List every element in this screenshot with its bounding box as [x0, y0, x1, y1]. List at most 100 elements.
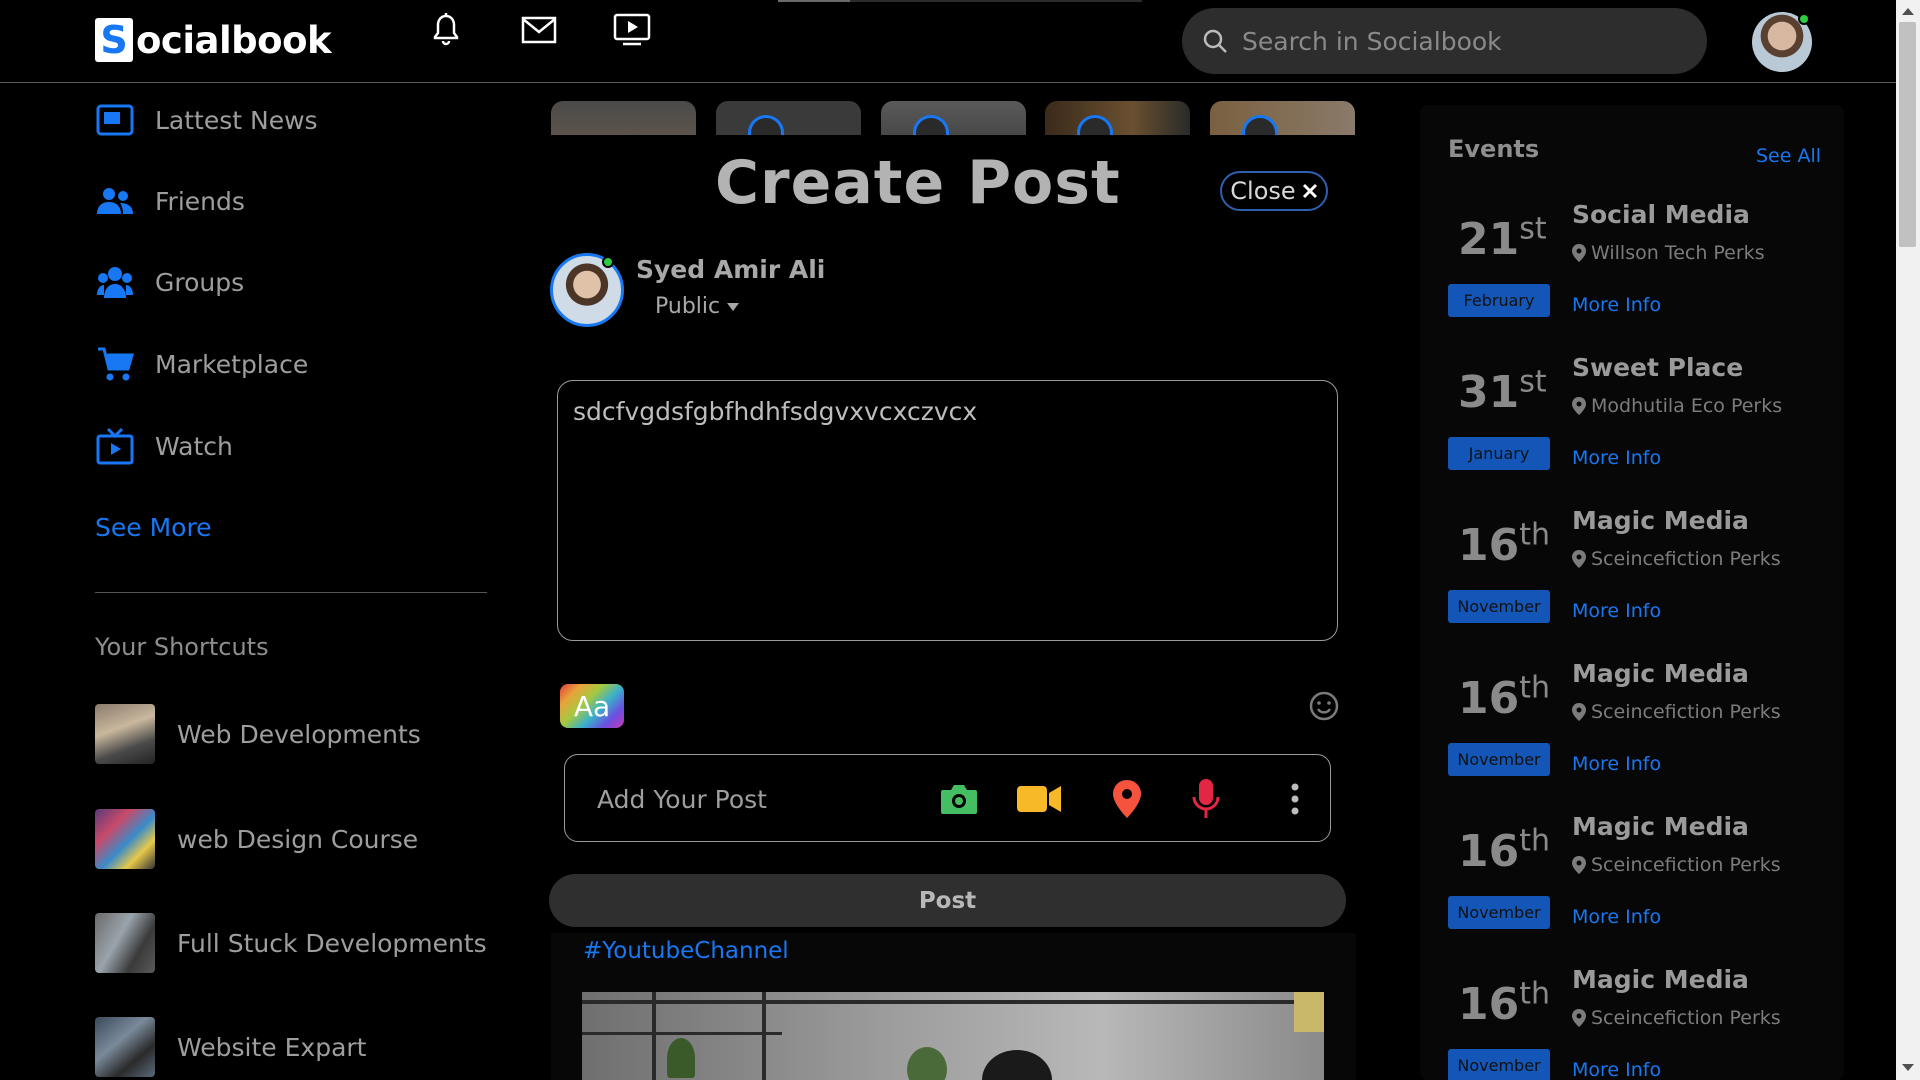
- more-info-link[interactable]: More Info: [1572, 753, 1661, 775]
- shortcut-label: Full Stuck Developments: [177, 928, 487, 958]
- more-info-link[interactable]: More Info: [1572, 294, 1661, 316]
- events-heading: Events: [1448, 135, 1540, 163]
- location-pin-icon: [1572, 856, 1586, 874]
- search-bar[interactable]: [1182, 8, 1707, 74]
- event-item[interactable]: 16th November Magic Media Sceincefiction…: [1448, 812, 1828, 952]
- post-textarea[interactable]: sdcfvgdsfgbfhdhfsdgvxvcxczvcx: [557, 380, 1338, 641]
- scroll-up-arrow[interactable]: [1902, 8, 1914, 15]
- story-card[interactable]: [716, 101, 861, 135]
- more-info-link[interactable]: More Info: [1572, 447, 1661, 469]
- story-avatar: [1077, 115, 1113, 135]
- story-avatar: [1242, 115, 1278, 135]
- story-card[interactable]: [1045, 101, 1190, 135]
- text-style-button[interactable]: Aa: [560, 684, 624, 728]
- logo-mark: S: [95, 18, 133, 62]
- sidebar-item-watch[interactable]: Watch: [95, 421, 233, 471]
- event-location: Willson Tech Perks: [1572, 242, 1765, 264]
- event-month-badge: November: [1448, 896, 1550, 929]
- search-input[interactable]: [1242, 26, 1682, 56]
- location-pin-icon: [1572, 703, 1586, 721]
- sidebar-item-label: Watch: [155, 431, 233, 461]
- see-all-link[interactable]: See All: [1756, 145, 1821, 167]
- more-info-link[interactable]: More Info: [1572, 906, 1661, 928]
- sidebar-item-friends[interactable]: Friends: [95, 176, 245, 226]
- shortcut-thumbnail: [95, 913, 155, 973]
- story-avatar: [913, 115, 949, 135]
- event-location: Sceincefiction Perks: [1572, 701, 1781, 723]
- event-day: 21st: [1458, 211, 1547, 265]
- shortcuts-heading: Your Shortcuts: [95, 633, 269, 661]
- more-info-link[interactable]: More Info: [1572, 1059, 1661, 1080]
- close-button[interactable]: Close: [1220, 171, 1328, 211]
- event-title: Social Media: [1572, 200, 1750, 229]
- sidebar-item-groups[interactable]: Groups: [95, 257, 244, 307]
- location-pin-icon: [1572, 1009, 1586, 1027]
- caret-down-icon: [727, 302, 740, 311]
- watch-icon: [95, 426, 135, 466]
- emoji-icon[interactable]: [1308, 690, 1340, 722]
- event-day: 31st: [1458, 364, 1547, 418]
- news-icon: [95, 100, 135, 140]
- shortcut-thumbnail: [95, 704, 155, 764]
- microphone-icon[interactable]: [1182, 775, 1230, 823]
- feed-post-image[interactable]: [582, 992, 1324, 1080]
- scrollbar-thumb[interactable]: [1899, 22, 1916, 247]
- shortcut-item[interactable]: Full Stuck Developments: [95, 913, 487, 973]
- event-title: Magic Media: [1572, 506, 1749, 535]
- sidebar-item-label: Lattest News: [155, 105, 318, 135]
- online-status-dot: [1798, 13, 1810, 25]
- close-label: Close: [1230, 177, 1296, 205]
- shortcut-item[interactable]: Web Developments: [95, 704, 421, 764]
- logo[interactable]: S ocialbook: [95, 18, 332, 62]
- sidebar-item-label: Marketplace: [155, 349, 309, 379]
- shortcut-label: Web Developments: [177, 719, 421, 749]
- shortcut-label: web Design Course: [177, 824, 419, 854]
- see-more-link[interactable]: See More: [95, 513, 212, 542]
- shortcut-item[interactable]: Website Expart: [95, 1017, 366, 1077]
- mail-icon[interactable]: [519, 10, 559, 50]
- location-pin-icon: [1572, 244, 1586, 262]
- hashtag-link[interactable]: #YoutubeChannel: [583, 938, 789, 964]
- story-card[interactable]: [1210, 101, 1355, 135]
- story-card[interactable]: [551, 101, 696, 135]
- sidebar-item-marketplace[interactable]: Marketplace: [95, 339, 308, 389]
- event-title: Sweet Place: [1572, 353, 1744, 382]
- event-month-badge: November: [1448, 1049, 1550, 1080]
- location-pin-icon: [1572, 397, 1586, 415]
- event-month-badge: January: [1448, 437, 1550, 470]
- event-item[interactable]: 16th November Magic Media Sceincefiction…: [1448, 659, 1828, 799]
- event-month-badge: February: [1448, 284, 1550, 317]
- event-month-badge: November: [1448, 590, 1550, 623]
- event-title: Magic Media: [1572, 812, 1749, 841]
- page-scrollbar[interactable]: [1896, 0, 1920, 1080]
- event-item[interactable]: 21st February Social Media Willson Tech …: [1448, 200, 1828, 340]
- more-info-link[interactable]: More Info: [1572, 600, 1661, 622]
- sidebar-item-news[interactable]: Lattest News: [95, 95, 318, 145]
- event-item[interactable]: 16th November Magic Media Sceincefiction…: [1448, 965, 1828, 1080]
- close-icon: [1302, 183, 1317, 199]
- add-post-label: Add Your Post: [597, 785, 767, 814]
- camera-icon[interactable]: [935, 775, 983, 823]
- more-vertical-icon[interactable]: [1271, 775, 1319, 823]
- scroll-down-arrow[interactable]: [1902, 1064, 1914, 1071]
- event-item[interactable]: 16th November Magic Media Sceincefiction…: [1448, 506, 1828, 646]
- event-item[interactable]: 31st January Sweet Place Modhutila Eco P…: [1448, 353, 1828, 493]
- divider: [95, 592, 487, 593]
- story-card[interactable]: [881, 101, 1026, 135]
- video-play-icon[interactable]: [612, 10, 652, 50]
- create-post-title: Create Post: [715, 148, 1121, 218]
- video-camera-icon[interactable]: [1015, 775, 1063, 823]
- feed-post-card: #YoutubeChannel: [551, 933, 1356, 1080]
- event-location: Sceincefiction Perks: [1572, 854, 1781, 876]
- post-button[interactable]: Post: [549, 874, 1346, 927]
- shortcut-item[interactable]: web Design Course: [95, 809, 418, 869]
- add-to-post-bar: Add Your Post: [564, 754, 1331, 842]
- loading-bar: [778, 0, 1142, 2]
- event-day: 16th: [1458, 517, 1551, 571]
- bell-icon[interactable]: [426, 10, 466, 50]
- event-title: Magic Media: [1572, 659, 1749, 688]
- location-pin-icon[interactable]: [1103, 775, 1151, 823]
- logo-text: ocialbook: [136, 18, 332, 62]
- sidebar-item-label: Groups: [155, 267, 245, 297]
- privacy-selector[interactable]: Public: [655, 294, 740, 319]
